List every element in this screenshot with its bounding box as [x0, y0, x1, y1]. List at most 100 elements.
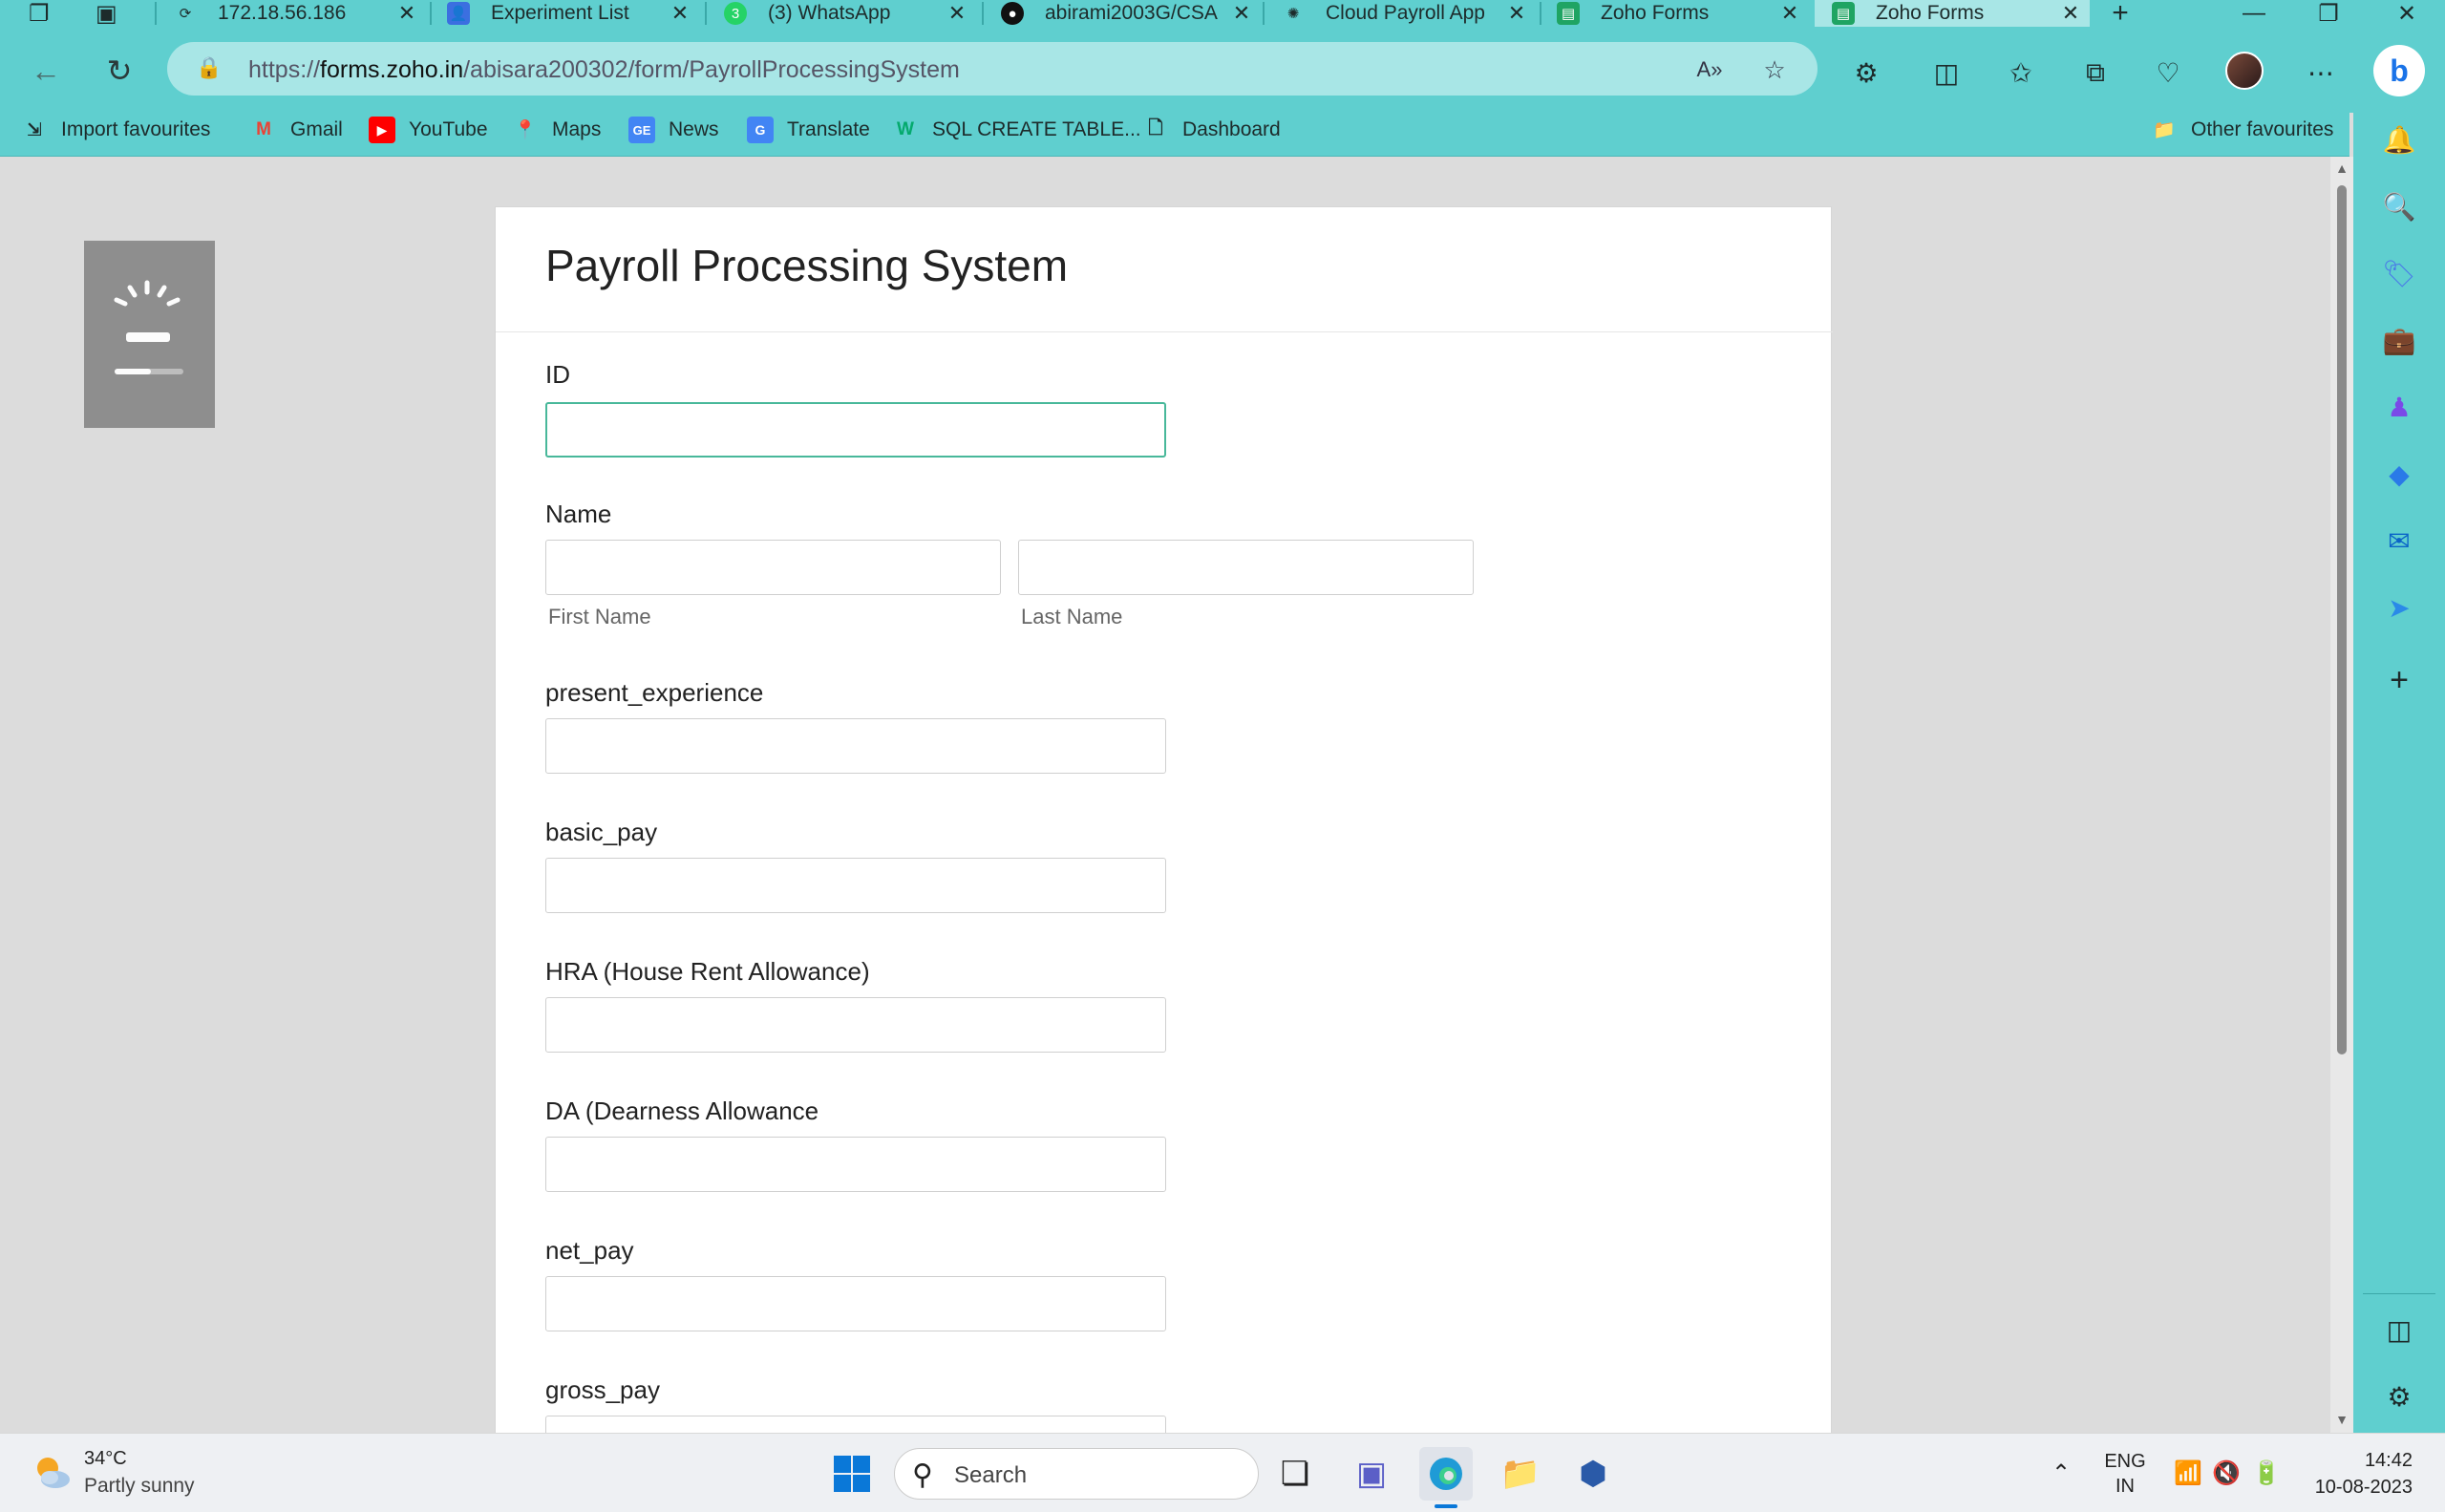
- browser-essentials-icon[interactable]: ♡: [2149, 53, 2187, 92]
- gmail-icon: M: [256, 119, 271, 139]
- close-window-button[interactable]: ✕: [2378, 0, 2435, 27]
- tab-separator: [1540, 2, 1541, 25]
- last-name-input[interactable]: [1018, 540, 1474, 595]
- add-sidebar-app-icon[interactable]: +: [2380, 661, 2418, 699]
- tab-7-active[interactable]: ▤ Zoho Forms ✕: [1815, 0, 2090, 27]
- weather-temperature[interactable]: 34°C: [84, 1448, 127, 1470]
- taskbar-search[interactable]: ⚲ Search: [894, 1448, 1259, 1500]
- tab-4[interactable]: ● abirami2003G/CSA ✕: [1001, 0, 1255, 27]
- workspaces-icon[interactable]: ❐: [29, 0, 67, 27]
- address-bar[interactable]: 🔒 https://forms.zoho.in/abisara200302/fo…: [167, 42, 1818, 96]
- tab-5[interactable]: ✺ Cloud Payroll App ✕: [1282, 0, 1530, 27]
- partly-sunny-icon[interactable]: [31, 1451, 73, 1493]
- back-button[interactable]: ←: [19, 44, 73, 97]
- tab-label: Experiment List: [491, 2, 629, 24]
- bookmark-label: YouTube: [409, 118, 488, 140]
- weather-description[interactable]: Partly sunny: [84, 1475, 195, 1498]
- scroll-down-arrow[interactable]: ▼: [2334, 1412, 2349, 1427]
- close-icon[interactable]: ✕: [944, 0, 970, 27]
- page-scrollbar[interactable]: ▲ ▼: [2330, 157, 2353, 1433]
- notifications-bell-icon[interactable]: 🔔: [2380, 120, 2418, 159]
- close-icon[interactable]: ✕: [1228, 0, 1255, 27]
- zoho-forms-icon: ▤: [1557, 2, 1580, 25]
- bookmark-sql-create-table[interactable]: W SQL CREATE TABLE...: [892, 111, 1141, 149]
- teams-chat-icon[interactable]: ▣: [1345, 1447, 1398, 1501]
- language-indicator[interactable]: ENG IN: [2101, 1449, 2149, 1499]
- battery-icon[interactable]: 🔋: [2252, 1459, 2281, 1487]
- news-icon: GE: [628, 117, 655, 143]
- page-content: Payroll Processing System ID Name First …: [0, 157, 2330, 1433]
- system-clock[interactable]: 14:42 10-08-2023: [2307, 1447, 2413, 1501]
- net-pay-input[interactable]: [545, 1276, 1166, 1331]
- tools-briefcase-icon[interactable]: 💼: [2380, 321, 2418, 359]
- show-hidden-icons-chevron[interactable]: ⌃: [2047, 1459, 2075, 1487]
- gross-pay-input[interactable]: [545, 1416, 1166, 1433]
- windows-start-icon[interactable]: [825, 1447, 879, 1501]
- tab-6[interactable]: ▤ Zoho Forms ✕: [1557, 0, 1803, 27]
- close-icon[interactable]: ✕: [393, 0, 420, 27]
- lock-icon[interactable]: 🔒: [196, 55, 223, 82]
- close-icon[interactable]: ✕: [1503, 0, 1530, 27]
- edge-browser-icon[interactable]: [1419, 1447, 1473, 1501]
- settings-gear-icon[interactable]: ⚙: [2380, 1377, 2418, 1416]
- tab-actions-icon[interactable]: ▣: [96, 0, 134, 27]
- url-text[interactable]: https://forms.zoho.in/abisara200302/form…: [248, 56, 960, 84]
- shopping-tag-icon[interactable]: 🏷: [2380, 254, 2418, 292]
- microsoft-365-icon[interactable]: ◆: [2380, 455, 2418, 493]
- bookmark-label: SQL CREATE TABLE...: [932, 118, 1141, 140]
- bing-copilot-icon[interactable]: b: [2373, 45, 2425, 96]
- close-icon[interactable]: ✕: [667, 0, 693, 27]
- bookmark-dashboard[interactable]: 🗋 Dashboard: [1142, 111, 1281, 149]
- bookmark-label: Dashboard: [1182, 118, 1281, 140]
- drop-send-icon[interactable]: ➤: [2380, 588, 2418, 627]
- bookmark-maps[interactable]: 📍 Maps: [512, 111, 601, 149]
- minimize-button[interactable]: —: [2225, 0, 2283, 27]
- collections-icon[interactable]: ⧉: [2076, 53, 2115, 92]
- restore-button[interactable]: ❐: [2300, 0, 2357, 27]
- refresh-button[interactable]: ↻: [93, 44, 146, 97]
- scroll-up-arrow[interactable]: ▲: [2334, 160, 2349, 176]
- zoho-forms-icon: ▤: [1832, 2, 1855, 25]
- hra-input[interactable]: [545, 997, 1166, 1053]
- tab-2[interactable]: 👤 Experiment List ✕: [447, 0, 693, 27]
- bookmark-youtube[interactable]: ▶ YouTube: [369, 111, 488, 149]
- profile-avatar[interactable]: [2225, 52, 2264, 90]
- form-title: Payroll Processing System: [545, 241, 1069, 290]
- hide-sidebar-icon[interactable]: ◫: [2380, 1310, 2418, 1349]
- outlook-icon[interactable]: ✉: [2380, 522, 2418, 560]
- virtualbox-icon[interactable]: ⬢: [1566, 1447, 1620, 1501]
- task-view-icon[interactable]: ❏: [1268, 1447, 1322, 1501]
- new-tab-button[interactable]: +: [2101, 0, 2139, 29]
- tab-1[interactable]: ⟳ 172.18.56.186 ✕: [174, 0, 420, 27]
- close-icon[interactable]: ✕: [2057, 0, 2084, 27]
- games-icon[interactable]: ♟: [2380, 388, 2418, 426]
- tab-label: Zoho Forms: [1601, 2, 1710, 24]
- bookmark-translate[interactable]: G Translate: [747, 111, 870, 149]
- present-experience-input[interactable]: [545, 718, 1166, 774]
- close-icon[interactable]: ✕: [1776, 0, 1803, 27]
- id-input[interactable]: [545, 402, 1166, 458]
- first-name-input[interactable]: [545, 540, 1001, 595]
- bookmark-other-favourites[interactable]: 📁 Other favourites: [2151, 111, 2333, 149]
- clock-date: 10-08-2023: [2314, 1477, 2413, 1498]
- extensions-icon[interactable]: ⚙: [1847, 53, 1885, 92]
- loading-overlay: [84, 241, 215, 428]
- favourite-star-icon[interactable]: ☆: [1758, 53, 1791, 86]
- file-explorer-icon[interactable]: 📁: [1494, 1447, 1547, 1501]
- tab-separator: [430, 2, 432, 25]
- search-icon[interactable]: 🔍: [2380, 187, 2418, 225]
- basic-pay-input[interactable]: [545, 858, 1166, 913]
- favourites-icon[interactable]: ✩: [2002, 53, 2040, 92]
- wifi-icon[interactable]: 📶: [2174, 1459, 2202, 1487]
- more-options-icon[interactable]: ⋯: [2302, 53, 2340, 92]
- bookmark-import-favourites[interactable]: ⇲ Import favourites: [21, 111, 210, 149]
- bookmark-news[interactable]: GE News: [628, 111, 719, 149]
- tab-3[interactable]: 3 (3) WhatsApp ✕: [724, 0, 970, 27]
- read-aloud-icon[interactable]: A»: [1693, 53, 1726, 86]
- split-screen-icon[interactable]: ◫: [1927, 53, 1966, 92]
- bookmark-gmail[interactable]: M Gmail: [250, 111, 343, 149]
- volume-muted-icon[interactable]: 🔇: [2212, 1459, 2241, 1487]
- da-input[interactable]: [545, 1137, 1166, 1192]
- net-pay-label: net_pay: [545, 1236, 634, 1265]
- scrollbar-thumb[interactable]: [2337, 185, 2347, 1054]
